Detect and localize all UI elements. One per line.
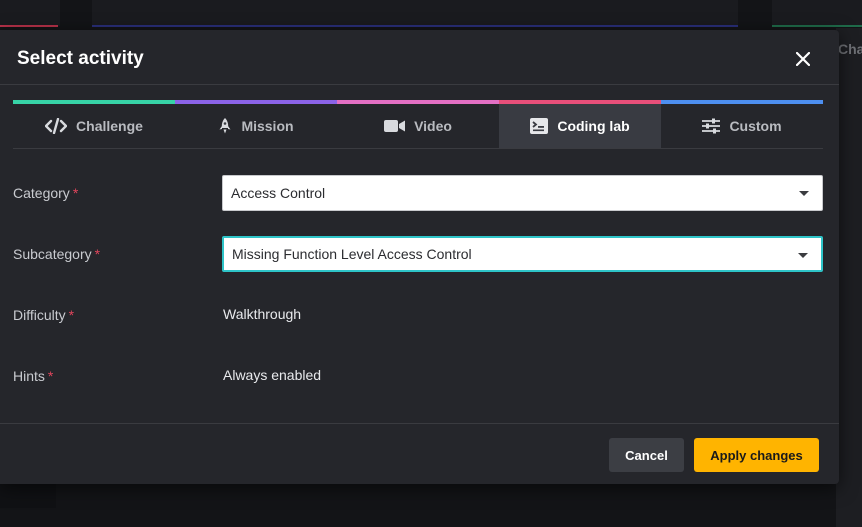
category-select-value: Access Control: [231, 185, 326, 201]
tab-label: Challenge: [76, 118, 143, 134]
background-footer-block: [0, 484, 56, 508]
coding-lab-icon: [530, 118, 549, 134]
background-accent-line: [92, 25, 738, 27]
tab-label: Mission: [241, 118, 294, 134]
subcategory-select-value: Missing Function Level Access Control: [232, 246, 472, 262]
sliders-icon: [702, 118, 721, 134]
required-marker: *: [94, 246, 101, 262]
activity-type-tabs: Challenge Mission Video Coding lab Custo…: [13, 100, 823, 149]
category-label: Category *: [13, 185, 78, 201]
tab-coding-lab[interactable]: Coding lab: [499, 100, 661, 148]
chevron-down-icon: [798, 253, 808, 258]
required-marker: *: [72, 185, 79, 201]
rocket-icon: [218, 117, 232, 135]
select-activity-modal: Select activity Challenge Mission Video …: [0, 30, 839, 484]
difficulty-label-text: Difficulty: [13, 307, 66, 323]
modal-title: Select activity: [17, 48, 144, 69]
hints-value: Always enabled: [223, 367, 322, 383]
tab-label: Coding lab: [557, 118, 630, 134]
modal-footer: Cancel Apply changes: [0, 423, 839, 484]
difficulty-row: Difficulty * Walkthrough: [13, 297, 823, 333]
close-icon: [796, 52, 810, 66]
background-header-segment: [0, 0, 60, 26]
subcategory-row: Subcategory * Missing Function Level Acce…: [13, 236, 823, 272]
chevron-down-icon: [799, 191, 809, 196]
category-select[interactable]: Access Control: [222, 175, 823, 211]
background-accent-line: [772, 25, 862, 27]
apply-changes-button[interactable]: Apply changes: [694, 438, 819, 472]
difficulty-label: Difficulty *: [13, 307, 74, 323]
tab-video[interactable]: Video: [337, 100, 499, 148]
tab-label: Video: [414, 118, 452, 134]
hints-label-text: Hints: [13, 368, 45, 384]
modal-header: Select activity: [0, 30, 839, 85]
hints-label: Hints *: [13, 368, 53, 384]
tab-mission[interactable]: Mission: [175, 100, 337, 148]
background-accent-line: [0, 25, 58, 27]
background-side-panel: [836, 28, 862, 527]
subcategory-label-text: Subcategory: [13, 246, 92, 262]
tab-custom[interactable]: Custom: [661, 100, 823, 148]
background-header-segment: [772, 0, 862, 26]
subcategory-label: Subcategory *: [13, 246, 100, 262]
required-marker: *: [47, 368, 54, 384]
category-label-text: Category: [13, 185, 70, 201]
close-button[interactable]: [790, 46, 816, 72]
video-camera-icon: [384, 119, 406, 133]
background-header-segment: [92, 0, 738, 26]
hints-row: Hints * Always enabled: [13, 358, 823, 394]
cancel-button[interactable]: Cancel: [609, 438, 684, 472]
code-icon: [45, 118, 68, 134]
background-panel-title: Challe: [838, 41, 862, 57]
category-row: Category * Access Control: [13, 175, 823, 211]
difficulty-value: Walkthrough: [223, 306, 302, 322]
tab-challenge[interactable]: Challenge: [13, 100, 175, 148]
tab-label: Custom: [729, 118, 782, 134]
required-marker: *: [68, 307, 75, 323]
subcategory-select[interactable]: Missing Function Level Access Control: [222, 236, 823, 272]
